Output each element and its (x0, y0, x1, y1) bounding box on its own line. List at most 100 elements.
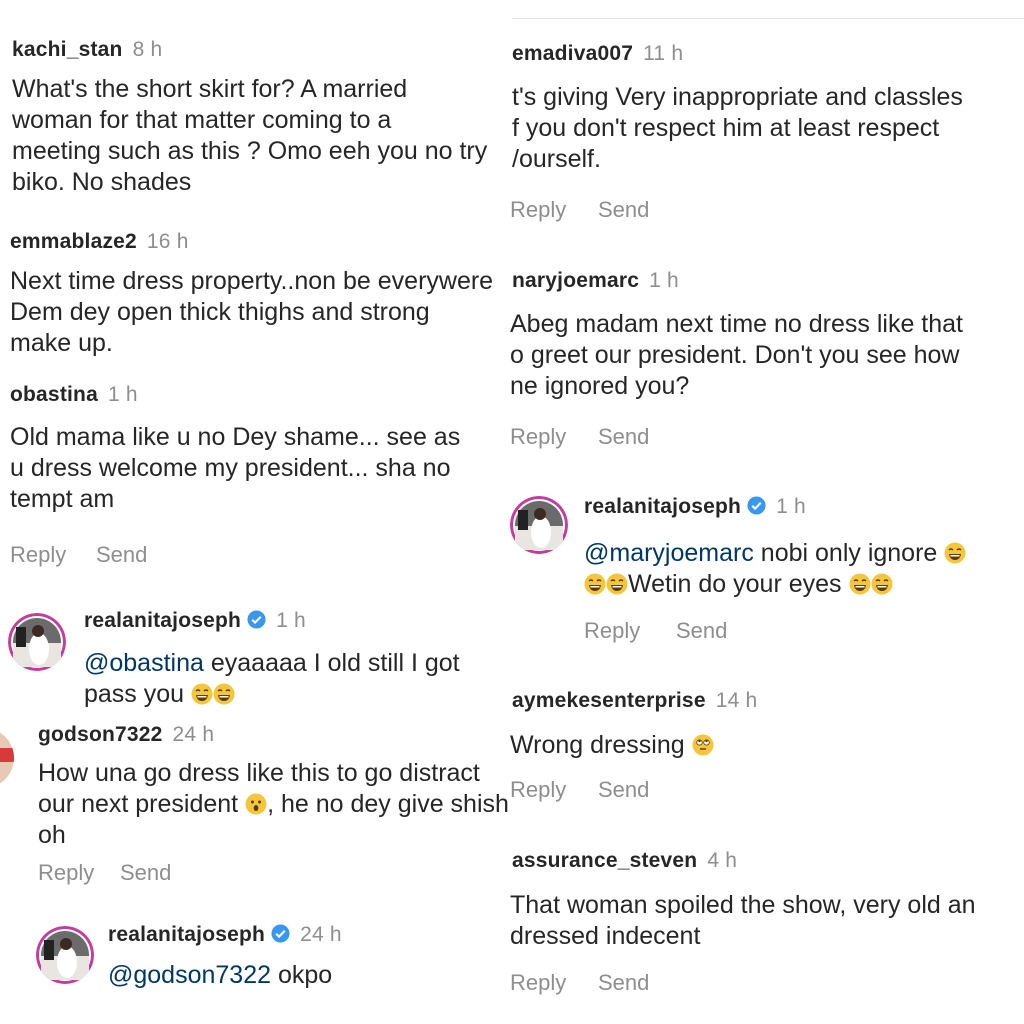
reply-time: 1 h (276, 609, 306, 632)
comment-username[interactable]: naryjoemarc (512, 269, 639, 292)
comment-time: 1 h (107, 383, 138, 406)
avatar[interactable] (8, 613, 66, 671)
comment-username[interactable]: emadiva007 (512, 42, 633, 65)
comment-line: t's giving Very inappropriate and classl… (512, 83, 963, 111)
comment-line: dressed indecent (510, 922, 701, 950)
comment-username[interactable]: assurance_steven (512, 849, 697, 872)
reply-time: 1 h (776, 495, 806, 518)
comment-line: Dem dey open thick thighs and strong (10, 298, 430, 326)
reply-header: realanitajoseph 1 h (584, 495, 806, 519)
comment-text: Abeg madam next time no dress like that … (510, 309, 1024, 402)
laughing-emoji-icon (849, 573, 870, 595)
comment-text: How una go dress like this to go distrac… (38, 758, 509, 851)
reply-username[interactable]: realanitajoseph (108, 923, 265, 946)
comment-username[interactable]: godson7322 (38, 723, 163, 746)
comment-line: u dress welcome my president... sha no (10, 454, 451, 482)
avatar-icon (36, 926, 94, 984)
right-screenshot-panel: emadiva007 11 h t's giving Very inappropr… (510, 0, 1024, 1024)
comment-text: That woman spoiled the show, very old an… (510, 890, 1024, 952)
comment-text: t's giving Very inappropriate and classl… (512, 82, 1024, 175)
comment-line: oh (38, 821, 66, 849)
comment-header: emmablaze2 16 h (10, 230, 189, 254)
comment-line: Old mama like u no Dey shame... see as (10, 423, 461, 451)
avatar[interactable] (36, 926, 94, 984)
comment-username[interactable]: kachi_stan (12, 38, 123, 61)
laughing-emoji-icon (606, 573, 628, 595)
left-screenshot-panel: kachi_stan 8 h What's the short skirt for… (0, 0, 510, 1024)
comment-header: emadiva007 11 h (512, 42, 683, 66)
send-button[interactable]: Send (676, 618, 727, 644)
reply-line: Wetin do your eyes (584, 569, 1024, 600)
send-button[interactable]: Send (598, 424, 649, 450)
reply-text: @maryjoemarc nobi only ignore Wetin do y… (584, 538, 1024, 600)
comment-time: 24 h (172, 723, 215, 746)
verified-badge-icon (247, 610, 266, 629)
reply-text: @obastina eyaaaaa I old still I got pass… (84, 648, 504, 710)
verified-badge-icon (747, 496, 766, 515)
comment-line: biko. No shades (12, 168, 192, 196)
comment-username[interactable]: aymekesenterprise (512, 689, 706, 712)
comment-line: /ourself. (512, 145, 601, 173)
reply-line-text: nobi only ignore (753, 539, 938, 567)
send-button[interactable]: Send (598, 777, 649, 803)
reply-line-text: okpo (271, 961, 333, 989)
mention-link[interactable]: @godson7322 (108, 961, 271, 989)
divider (512, 18, 1024, 19)
send-button[interactable]: Send (598, 197, 649, 223)
avatar[interactable] (0, 728, 14, 788)
comment-line: f you don't respect him at least respect (512, 114, 940, 142)
reply-time: 24 h (300, 923, 342, 946)
comment-header: kachi_stan 8 h (12, 38, 162, 62)
reply-line: @maryjoemarc nobi only ignore (584, 538, 1024, 569)
comment-header: aymekesenterprise 14 h (512, 689, 757, 713)
comment-time: 16 h (146, 230, 189, 253)
reply-button[interactable]: Reply (584, 618, 640, 644)
send-button[interactable]: Send (96, 542, 147, 568)
send-button[interactable]: Send (598, 970, 649, 996)
comment-line: How una go dress like this to go distrac… (38, 759, 480, 787)
comment-text: Next time dress property..non be everywe… (10, 266, 510, 359)
reply-username[interactable]: realanitajoseph (84, 609, 241, 632)
laughing-emoji-icon (584, 573, 606, 595)
eye-roll-emoji-icon (692, 734, 714, 756)
comment-time: 4 h (707, 849, 738, 872)
comment-line: make up. (10, 329, 113, 357)
reply-line-text: pass you (84, 680, 185, 708)
comment-line: our next president , he no dey give shis… (38, 789, 509, 820)
comment-username[interactable]: emmablaze2 (10, 230, 137, 253)
reply-button[interactable]: Reply (38, 860, 94, 886)
comment-text: Wrong dressing (510, 730, 714, 761)
laughing-emoji-icon (871, 573, 892, 595)
reply-header: realanitajoseph 1 h (84, 609, 306, 633)
comment-line: Abeg madam next time no dress like that (510, 310, 964, 338)
comment-text: What's the short skirt for? A married wo… (12, 74, 507, 198)
reply-button[interactable]: Reply (510, 970, 566, 996)
reply-button[interactable]: Reply (10, 542, 66, 568)
mention-link[interactable]: @obastina (84, 649, 204, 677)
reply-button[interactable]: Reply (510, 197, 566, 223)
comment-line: Next time dress property..non be everywe… (10, 267, 494, 295)
reply-text: @godson7322 okpo (108, 960, 508, 991)
comment-line-text: Wrong dressing (510, 731, 685, 759)
comment-time: 11 h (643, 42, 684, 65)
avatar-icon (0, 728, 14, 788)
mention-link[interactable]: @maryjoemarc (584, 539, 754, 567)
reply-button[interactable]: Reply (510, 777, 566, 803)
avatar-icon (8, 613, 66, 671)
avatar[interactable] (510, 496, 568, 554)
reply-button[interactable]: Reply (510, 424, 566, 450)
comment-text: Old mama like u no Dey shame... see as u… (10, 422, 505, 515)
comment-header: obastina 1 h (10, 383, 138, 407)
comment-time: 14 h (715, 689, 758, 712)
comment-username[interactable]: obastina (10, 383, 98, 406)
comment-line: woman for that matter coming to a (12, 106, 392, 134)
comment-line: That woman spoiled the show, very old an (510, 891, 976, 919)
send-button[interactable]: Send (120, 860, 171, 886)
comment-time: 1 h (649, 269, 679, 292)
reply-username[interactable]: realanitajoseph (584, 495, 741, 518)
comment-line-text: our next president (38, 790, 239, 818)
comment-line-text: , he no dey give shish (267, 790, 509, 818)
comment-line: tempt am (10, 485, 115, 513)
reply-header: realanitajoseph 24 h (108, 923, 342, 947)
laughing-emoji-icon (213, 683, 235, 705)
